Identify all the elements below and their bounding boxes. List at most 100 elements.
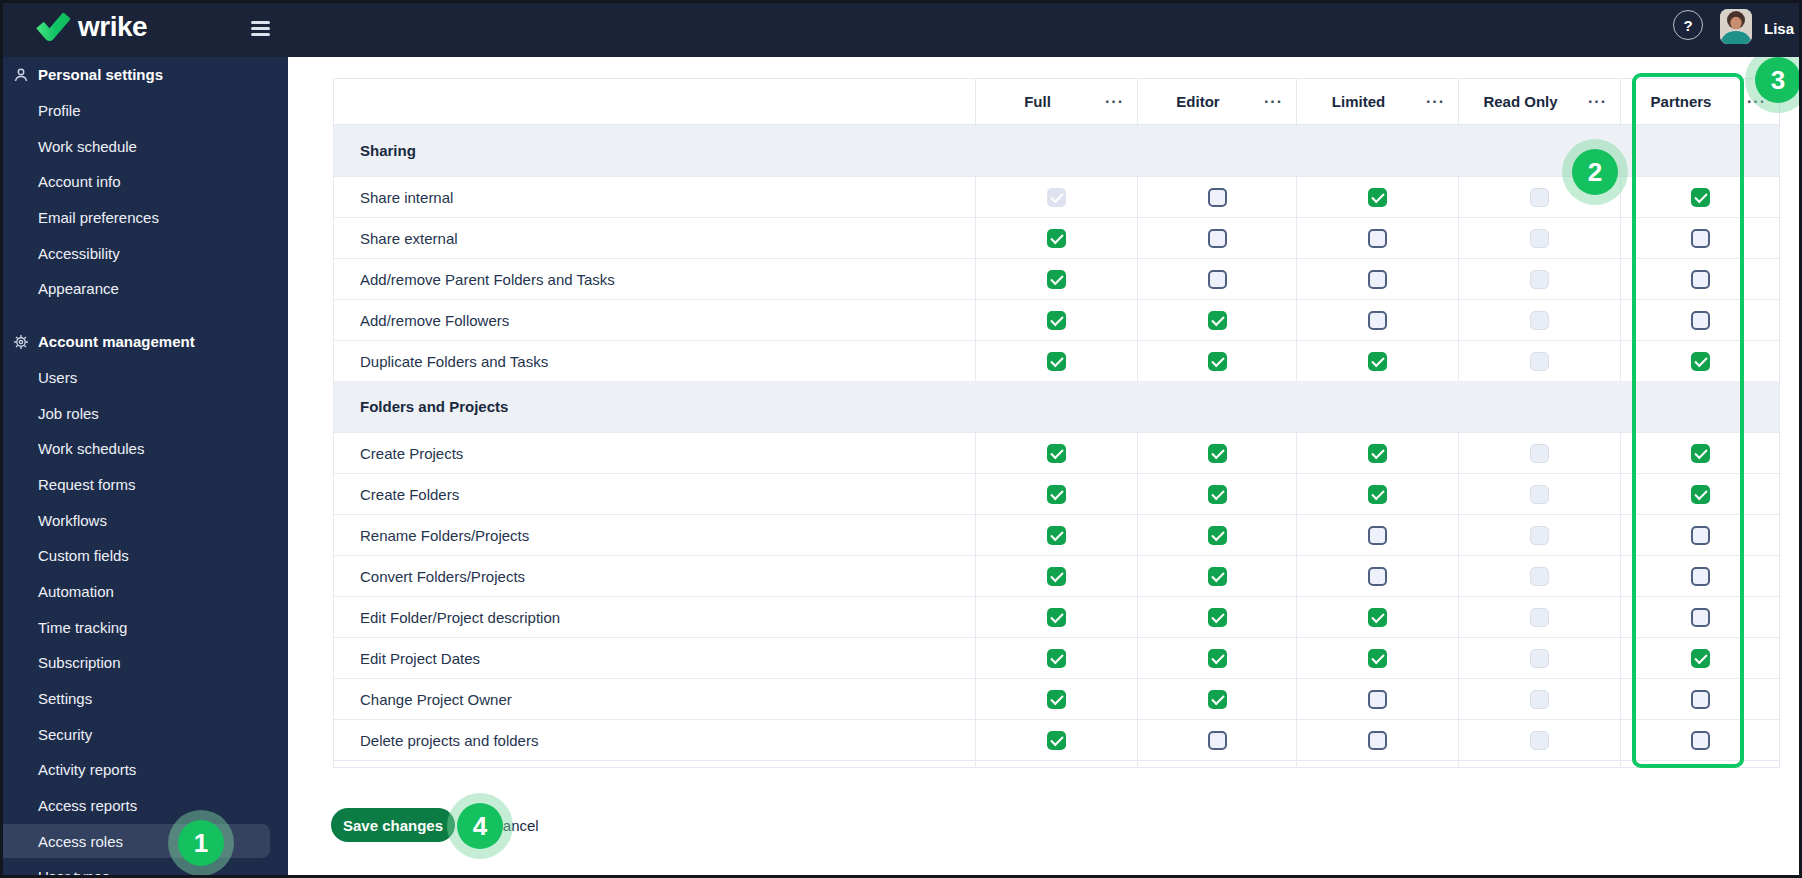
- checkbox-cell: [1296, 761, 1458, 768]
- checkbox-partners[interactable]: [1691, 229, 1710, 248]
- checkbox-editor[interactable]: [1208, 188, 1227, 207]
- checkbox-editor[interactable]: [1208, 608, 1227, 627]
- checkbox-partners[interactable]: [1691, 352, 1710, 371]
- checkbox-editor[interactable]: [1208, 567, 1227, 586]
- checkbox-limited[interactable]: [1368, 352, 1387, 371]
- checkbox-limited[interactable]: [1368, 526, 1387, 545]
- checkbox-editor[interactable]: [1208, 526, 1227, 545]
- help-icon[interactable]: ?: [1673, 10, 1703, 40]
- column-menu-icon[interactable]: ···: [1105, 93, 1124, 111]
- checkbox-editor[interactable]: [1208, 352, 1227, 371]
- checkbox-full[interactable]: [1047, 270, 1066, 289]
- checkbox-full[interactable]: [1047, 485, 1066, 504]
- sidebar-item-automation[interactable]: Automation: [0, 574, 288, 610]
- sidebar-item-appearance[interactable]: Appearance: [0, 271, 288, 307]
- sidebar-section-personal-settings[interactable]: Personal settings: [0, 57, 288, 93]
- checkbox-partners[interactable]: [1691, 485, 1710, 504]
- wrike-logo[interactable]: wrike: [36, 13, 147, 41]
- checkbox-partners[interactable]: [1691, 311, 1710, 330]
- checkbox-partners[interactable]: [1691, 649, 1710, 668]
- sidebar-item-accessibility[interactable]: Accessibility: [0, 235, 288, 271]
- checkbox-editor[interactable]: [1208, 229, 1227, 248]
- hamburger-menu-icon[interactable]: [251, 21, 270, 36]
- checkbox-editor[interactable]: [1208, 485, 1227, 504]
- checkbox-limited[interactable]: [1368, 567, 1387, 586]
- checkbox-limited[interactable]: [1368, 767, 1387, 768]
- checkbox-full[interactable]: [1047, 567, 1066, 586]
- save-button[interactable]: Save changes: [331, 808, 455, 842]
- checkbox-full[interactable]: [1047, 649, 1066, 668]
- checkbox-limited[interactable]: [1368, 270, 1387, 289]
- checkbox-editor[interactable]: [1208, 444, 1227, 463]
- sidebar-item-subscription[interactable]: Subscription: [0, 645, 288, 681]
- sidebar-item-label: Time tracking: [38, 619, 127, 636]
- checkbox-partners[interactable]: [1691, 188, 1710, 207]
- sidebar-item-custom-fields[interactable]: Custom fields: [0, 538, 288, 574]
- annotation-badge-number: 1: [178, 820, 224, 866]
- checkbox-cell: [1458, 638, 1620, 678]
- column-header-editor[interactable]: Editor···: [1137, 79, 1296, 124]
- sidebar-item-account-info[interactable]: Account info: [0, 164, 288, 200]
- checkbox-full[interactable]: [1047, 608, 1066, 627]
- checkbox-partners[interactable]: [1691, 526, 1710, 545]
- sidebar-item-time-tracking[interactable]: Time tracking: [0, 609, 288, 645]
- column-menu-icon[interactable]: ···: [1264, 93, 1283, 111]
- user-name[interactable]: Lisa: [1764, 0, 1794, 57]
- sidebar-item-user-types[interactable]: User types: [0, 859, 288, 878]
- column-menu-icon[interactable]: ···: [1426, 93, 1445, 111]
- column-header-limited[interactable]: Limited···: [1296, 79, 1458, 124]
- checkbox-full[interactable]: [1047, 767, 1066, 768]
- sidebar-item-work-schedules[interactable]: Work schedules: [0, 431, 288, 467]
- sidebar-item-request-forms[interactable]: Request forms: [0, 467, 288, 503]
- sidebar-item-users[interactable]: Users: [0, 360, 288, 396]
- sidebar-item-workflows[interactable]: Workflows: [0, 502, 288, 538]
- checkbox-cell: [1620, 597, 1779, 637]
- checkbox-limited[interactable]: [1368, 229, 1387, 248]
- sidebar-item-access-roles[interactable]: Access roles: [0, 823, 288, 859]
- column-header-read-only[interactable]: Read Only···: [1458, 79, 1620, 124]
- checkbox-limited[interactable]: [1368, 731, 1387, 750]
- checkbox-limited[interactable]: [1368, 188, 1387, 207]
- sidebar-item-security[interactable]: Security: [0, 716, 288, 752]
- checkbox-full[interactable]: [1047, 444, 1066, 463]
- checkbox-limited[interactable]: [1368, 690, 1387, 709]
- checkbox-full[interactable]: [1047, 229, 1066, 248]
- checkbox-full[interactable]: [1047, 731, 1066, 750]
- checkbox-full[interactable]: [1047, 311, 1066, 330]
- checkbox-editor[interactable]: [1208, 649, 1227, 668]
- sidebar-item-job-roles[interactable]: Job roles: [0, 395, 288, 431]
- checkbox-full[interactable]: [1047, 690, 1066, 709]
- checkbox-limited[interactable]: [1368, 311, 1387, 330]
- sidebar-item-label: Work schedule: [38, 138, 137, 155]
- checkbox-partners[interactable]: [1691, 270, 1710, 289]
- checkbox-editor[interactable]: [1208, 767, 1227, 768]
- sidebar-item-settings[interactable]: Settings: [0, 681, 288, 717]
- checkbox-limited[interactable]: [1368, 608, 1387, 627]
- checkbox-editor[interactable]: [1208, 311, 1227, 330]
- topbar: wrike ? Lisa: [0, 0, 1802, 57]
- checkbox-partners[interactable]: [1691, 690, 1710, 709]
- checkbox-partners[interactable]: [1691, 608, 1710, 627]
- checkbox-partners[interactable]: [1691, 444, 1710, 463]
- avatar[interactable]: [1720, 9, 1752, 44]
- column-header-label: Partners: [1651, 93, 1712, 110]
- checkbox-editor[interactable]: [1208, 270, 1227, 289]
- checkbox-limited[interactable]: [1368, 444, 1387, 463]
- checkbox-limited[interactable]: [1368, 649, 1387, 668]
- column-menu-icon[interactable]: ···: [1588, 93, 1607, 111]
- checkbox-limited[interactable]: [1368, 485, 1387, 504]
- sidebar-item-activity-reports[interactable]: Activity reports: [0, 752, 288, 788]
- sidebar-section-account-management[interactable]: Account management: [0, 324, 288, 360]
- checkbox-editor[interactable]: [1208, 690, 1227, 709]
- checkbox-partners[interactable]: [1691, 567, 1710, 586]
- checkbox-partners[interactable]: [1691, 767, 1710, 768]
- checkbox-editor[interactable]: [1208, 731, 1227, 750]
- sidebar-item-access-reports[interactable]: Access reports: [0, 788, 288, 824]
- sidebar-item-profile[interactable]: Profile: [0, 93, 288, 129]
- checkbox-full[interactable]: [1047, 526, 1066, 545]
- column-header-full[interactable]: Full···: [975, 79, 1137, 124]
- sidebar-item-email-preferences[interactable]: Email preferences: [0, 200, 288, 236]
- checkbox-full[interactable]: [1047, 352, 1066, 371]
- checkbox-partners[interactable]: [1691, 731, 1710, 750]
- sidebar-item-work-schedule[interactable]: Work schedule: [0, 128, 288, 164]
